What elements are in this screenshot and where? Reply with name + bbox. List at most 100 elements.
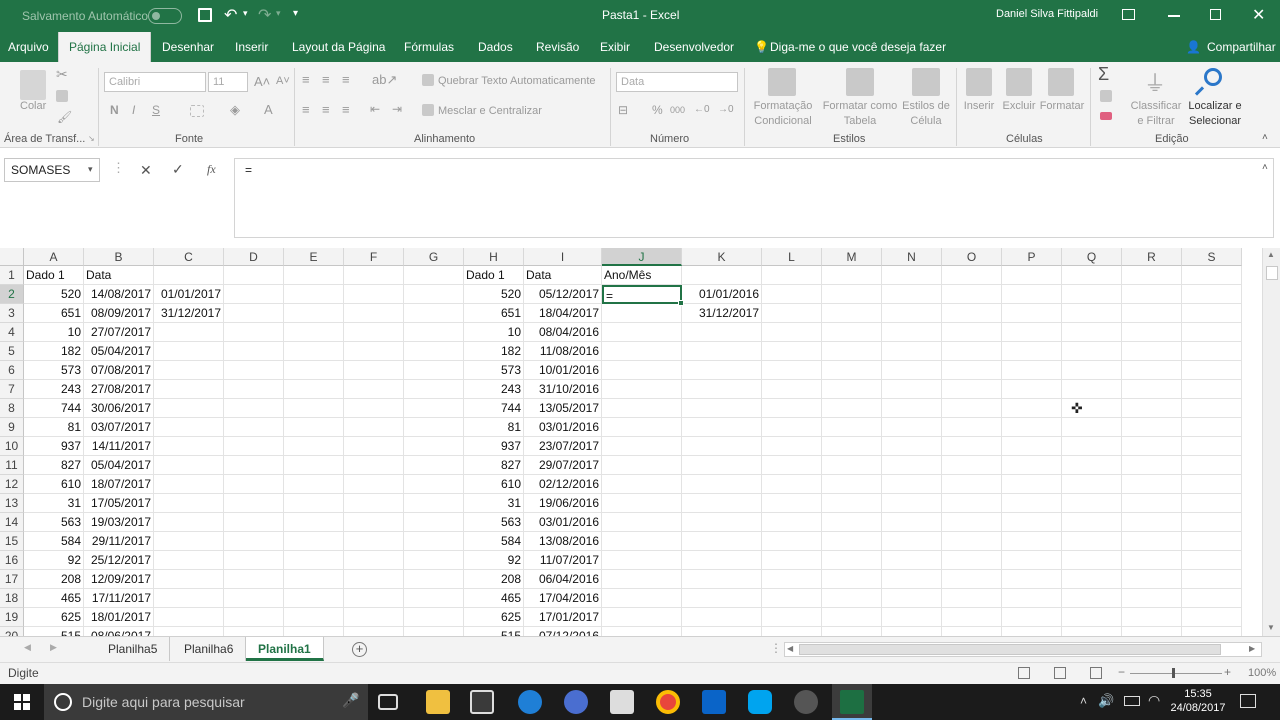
action-center-icon[interactable] xyxy=(1240,694,1256,708)
find-select-icon[interactable] xyxy=(1204,68,1222,86)
cell-m6[interactable] xyxy=(822,361,882,380)
cell-j2[interactable]: = xyxy=(602,285,682,304)
cell-e13[interactable] xyxy=(284,494,344,513)
cell-g19[interactable] xyxy=(404,608,464,627)
cell-p4[interactable] xyxy=(1002,323,1062,342)
cell-f8[interactable] xyxy=(344,399,404,418)
cell-i18[interactable]: 17/04/2016 xyxy=(524,589,602,608)
scroll-down-icon[interactable]: ▼ xyxy=(1267,623,1275,632)
cell-s17[interactable] xyxy=(1182,570,1242,589)
column-header-i[interactable]: I xyxy=(524,248,602,266)
autosum-icon[interactable]: Σ xyxy=(1098,64,1109,85)
cell-k2[interactable]: 01/01/2016 xyxy=(682,285,762,304)
cell-l6[interactable] xyxy=(762,361,822,380)
sort-filter-label-2[interactable]: e Filtrar xyxy=(1126,115,1186,127)
cell-n2[interactable] xyxy=(882,285,942,304)
cell-m2[interactable] xyxy=(822,285,882,304)
restore-icon[interactable] xyxy=(1210,9,1221,20)
cell-r5[interactable] xyxy=(1122,342,1182,361)
cell-g4[interactable] xyxy=(404,323,464,342)
cell-g1[interactable] xyxy=(404,266,464,285)
cell-f3[interactable] xyxy=(344,304,404,323)
cell-i13[interactable]: 19/06/2016 xyxy=(524,494,602,513)
cell-c11[interactable] xyxy=(154,456,224,475)
cell-g9[interactable] xyxy=(404,418,464,437)
cell-l13[interactable] xyxy=(762,494,822,513)
cell-l4[interactable] xyxy=(762,323,822,342)
align-middle-icon[interactable]: ≡ xyxy=(322,72,330,87)
merge-icon[interactable] xyxy=(422,104,434,116)
cell-d1[interactable] xyxy=(224,266,284,285)
cell-f13[interactable] xyxy=(344,494,404,513)
cell-m17[interactable] xyxy=(822,570,882,589)
orientation-icon[interactable]: ab↗ xyxy=(372,72,397,88)
decrease-indent-icon[interactable]: ⇤ xyxy=(370,102,380,116)
cell-b18[interactable]: 17/11/2017 xyxy=(84,589,154,608)
cell-r19[interactable] xyxy=(1122,608,1182,627)
cell-o1[interactable] xyxy=(942,266,1002,285)
cell-c16[interactable] xyxy=(154,551,224,570)
file-explorer-icon[interactable] xyxy=(426,690,450,714)
cell-p19[interactable] xyxy=(1002,608,1062,627)
cell-f6[interactable] xyxy=(344,361,404,380)
column-header-l[interactable]: L xyxy=(762,248,822,266)
cell-c20[interactable] xyxy=(154,627,224,636)
cell-i11[interactable]: 29/07/2017 xyxy=(524,456,602,475)
align-bottom-icon[interactable]: ≡ xyxy=(342,72,350,87)
cell-r6[interactable] xyxy=(1122,361,1182,380)
cell-a8[interactable]: 744 xyxy=(24,399,84,418)
cell-j16[interactable] xyxy=(602,551,682,570)
cut-icon[interactable]: ✂ xyxy=(56,66,68,83)
ribbon-display-icon[interactable] xyxy=(1122,9,1135,20)
cell-e6[interactable] xyxy=(284,361,344,380)
cell-b17[interactable]: 12/09/2017 xyxy=(84,570,154,589)
cell-r14[interactable] xyxy=(1122,513,1182,532)
font-name-combo[interactable]: Calibri xyxy=(104,72,206,92)
cell-c4[interactable] xyxy=(154,323,224,342)
cell-j12[interactable] xyxy=(602,475,682,494)
cell-l2[interactable] xyxy=(762,285,822,304)
cell-p14[interactable] xyxy=(1002,513,1062,532)
cell-k17[interactable] xyxy=(682,570,762,589)
cell-p1[interactable] xyxy=(1002,266,1062,285)
cell-b16[interactable]: 25/12/2017 xyxy=(84,551,154,570)
cell-k4[interactable] xyxy=(682,323,762,342)
cell-k10[interactable] xyxy=(682,437,762,456)
cell-l19[interactable] xyxy=(762,608,822,627)
page-layout-view-icon[interactable] xyxy=(1054,667,1066,679)
accounting-icon[interactable]: ⊟ xyxy=(618,103,628,117)
cell-o4[interactable] xyxy=(942,323,1002,342)
cell-j10[interactable] xyxy=(602,437,682,456)
cell-k14[interactable] xyxy=(682,513,762,532)
cell-h13[interactable]: 31 xyxy=(464,494,524,513)
cell-d2[interactable] xyxy=(224,285,284,304)
format-as-table-icon[interactable] xyxy=(846,68,874,96)
cell-h5[interactable]: 182 xyxy=(464,342,524,361)
cell-a11[interactable]: 827 xyxy=(24,456,84,475)
cell-g3[interactable] xyxy=(404,304,464,323)
cell-e17[interactable] xyxy=(284,570,344,589)
worksheet-grid[interactable]: A B C D E F G H I J K L M N O P Q R S 1 Dado 1 Data Dado 1 Data… xyxy=(0,248,1262,636)
cell-f1[interactable] xyxy=(344,266,404,285)
cell-h15[interactable]: 584 xyxy=(464,532,524,551)
fill-handle[interactable] xyxy=(678,300,684,306)
row-header-15[interactable]: 15 xyxy=(0,532,24,551)
align-left-icon[interactable]: ≡ xyxy=(302,102,310,117)
cell-q10[interactable] xyxy=(1062,437,1122,456)
row-header-11[interactable]: 11 xyxy=(0,456,24,475)
cell-g15[interactable] xyxy=(404,532,464,551)
cell-m15[interactable] xyxy=(822,532,882,551)
row-header-14[interactable]: 14 xyxy=(0,513,24,532)
task-view-icon[interactable] xyxy=(378,694,398,710)
cell-o13[interactable] xyxy=(942,494,1002,513)
fill-color-icon[interactable]: ◈ xyxy=(230,102,240,118)
cell-k12[interactable] xyxy=(682,475,762,494)
cell-n9[interactable] xyxy=(882,418,942,437)
cell-h2[interactable]: 520 xyxy=(464,285,524,304)
cell-q4[interactable] xyxy=(1062,323,1122,342)
cell-g5[interactable] xyxy=(404,342,464,361)
cell-d7[interactable] xyxy=(224,380,284,399)
cell-k18[interactable] xyxy=(682,589,762,608)
outlook-icon[interactable] xyxy=(702,690,726,714)
cell-q17[interactable] xyxy=(1062,570,1122,589)
